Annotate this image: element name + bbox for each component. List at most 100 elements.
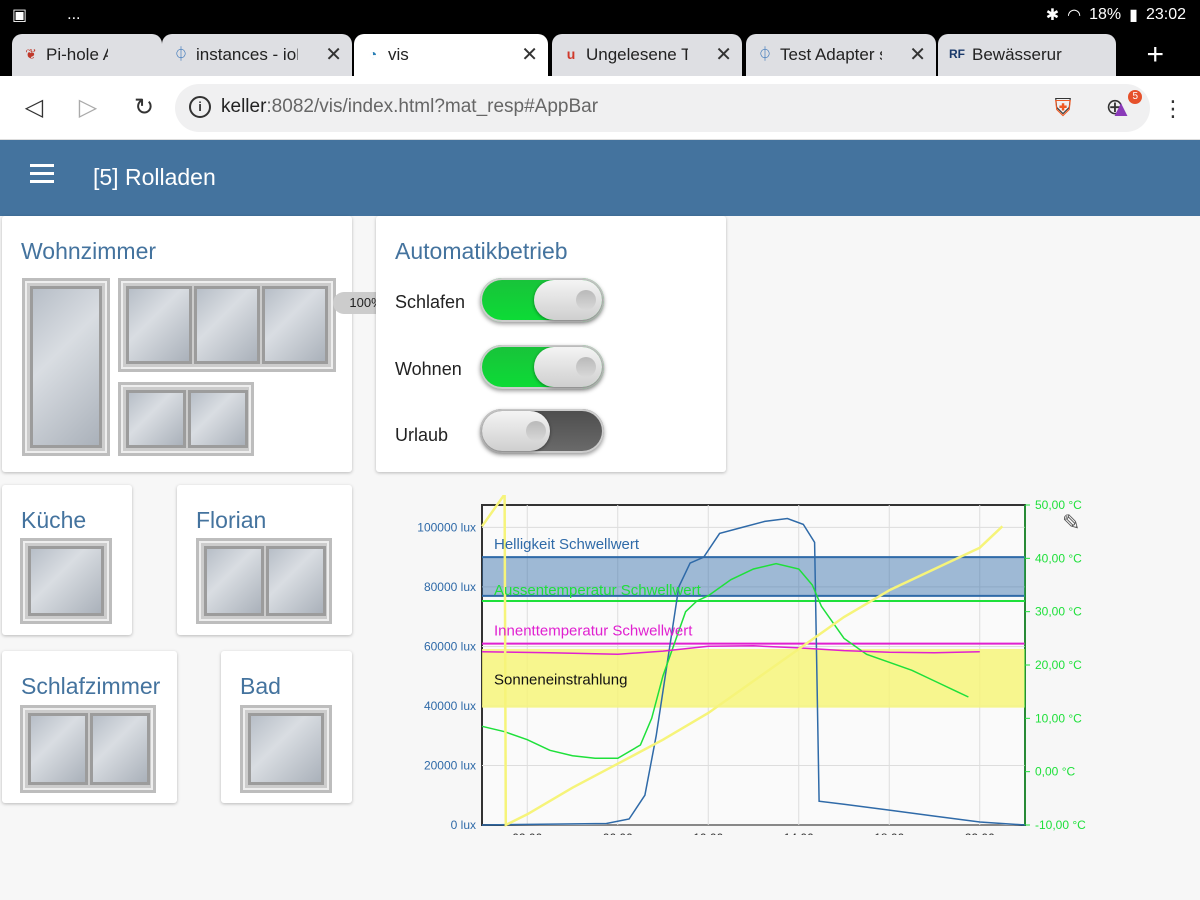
window-shutter-florian[interactable] [196, 538, 332, 624]
tab-forum-unread[interactable]: u Ungelesene Ther ✕ [552, 34, 742, 76]
window-pane [28, 546, 104, 616]
window-shutter-double[interactable] [118, 382, 254, 456]
site-info-icon[interactable]: i [189, 96, 211, 118]
window-pane [90, 713, 150, 785]
x-tick-label: 14:00 [784, 831, 814, 835]
tab-label: Test Adapter shu [780, 45, 882, 64]
y-left-tick-label: 0 lux [451, 818, 476, 832]
tab-label: Bewässerur [972, 45, 1062, 64]
page-title: [5] Rolladen [93, 164, 216, 190]
close-icon[interactable]: ✕ [909, 42, 926, 67]
toggle-knob [534, 347, 602, 387]
url-text[interactable]: keller:8082/vis/index.html?mat_resp#AppB… [221, 96, 598, 118]
window-pane [188, 390, 248, 448]
hamburger-menu-icon[interactable] [30, 164, 54, 186]
window-shutter-kueche[interactable] [20, 538, 112, 624]
brave-shield-icon[interactable]: ⛨ [1048, 94, 1078, 124]
app-bar: [5] Rolladen [0, 140, 1200, 216]
band-label: Innenttemperatur Schwellwert [494, 623, 693, 640]
status-dots: ... [67, 6, 81, 23]
y-left-tick-label: 40000 lux [424, 699, 476, 713]
edit-pencil-icon[interactable]: ✎ [1062, 510, 1080, 536]
window-pane [126, 390, 186, 448]
y-right-tick-label: 40,00 °C [1035, 551, 1082, 565]
window-shutter-schlafzimmer[interactable] [20, 705, 156, 793]
reload-button[interactable]: ↻ [128, 92, 160, 124]
window-pane [30, 286, 102, 448]
toggle-urlaub[interactable] [480, 409, 604, 453]
rf-logo-icon: RF [949, 47, 965, 61]
window-pane [194, 286, 260, 364]
window-pane [204, 546, 264, 616]
forward-button[interactable]: ▷ [72, 92, 104, 124]
tab-vis[interactable]: ◔ vis ✕ [354, 34, 548, 76]
y-right-tick-label: 10,00 °C [1035, 711, 1082, 725]
status-bar: ▣ ... ✱ ◠ 18% ▮ 23:02 [0, 0, 1200, 30]
chart-container: Helligkeit Schwellwert Aussentemperatur S… [400, 490, 1100, 845]
x-tick-label: 22:00 [965, 831, 995, 835]
room-title: Küche [21, 507, 87, 533]
switch-label-schlafen: Schlafen [395, 292, 466, 312]
tab-label: Ungelesene Ther [586, 45, 688, 64]
battery-percent: 18% [1089, 6, 1122, 23]
toggle-knob [482, 411, 550, 451]
toggle-wohnen[interactable] [480, 345, 604, 389]
room-title: Florian [196, 507, 267, 533]
window-shutter-bad[interactable] [240, 705, 332, 793]
tab-bewaesserung[interactable]: RF Bewässerur [938, 34, 1116, 76]
vis-icon: ◔ [368, 46, 378, 62]
y-left-tick-label: 60000 lux [424, 639, 476, 653]
window-pane [262, 286, 328, 364]
tab-label: Pi-hole Admi [46, 45, 108, 64]
toggle-knob [534, 280, 602, 320]
band-label: Sonneneinstrahlung [494, 671, 627, 688]
band-label: Helligkeit Schwellwert [494, 536, 640, 553]
iobroker-icon: ⏀ [174, 46, 188, 62]
y-left-tick-label: 100000 lux [417, 520, 476, 534]
room-title: Wohnzimmer [21, 238, 157, 264]
x-tick-label: 02:00 [512, 831, 542, 835]
address-bar[interactable]: i keller:8082/vis/index.html?mat_resp#Ap… [175, 84, 1150, 132]
tab-strip: ❦ Pi-hole Admi ⏀ instances - ioBro ✕ ◔ v… [0, 30, 1200, 76]
tab-label: vis [388, 45, 409, 64]
window-shutter-triple[interactable] [118, 278, 336, 372]
bluetooth-icon: ✱ [1045, 7, 1060, 24]
window-pane [126, 286, 192, 364]
close-icon[interactable]: ✕ [521, 42, 538, 67]
y-right-tick-label: 30,00 °C [1035, 605, 1082, 619]
switch-label-wohnen: Wohnen [395, 359, 462, 379]
rewards-badge: 5 [1128, 90, 1142, 104]
close-icon[interactable]: ✕ [715, 42, 732, 67]
new-tab-button[interactable]: + [1146, 38, 1164, 72]
line-chart[interactable]: Helligkeit Schwellwert Aussentemperatur S… [400, 490, 1100, 845]
gallery-icon: ▣ [12, 7, 28, 24]
iobroker-icon: ⏀ [758, 46, 772, 62]
wifi-icon: ◠ [1067, 7, 1082, 24]
toggle-schlafen[interactable] [480, 278, 604, 322]
y-right-tick-label: 0,00 °C [1035, 765, 1075, 779]
brave-rewards-icon[interactable]: ▲ 5 [1106, 90, 1142, 124]
url-path: :8082/vis/index.html?mat_resp#AppBar [266, 96, 599, 117]
battery-icon: ▮ [1129, 7, 1138, 24]
x-tick-label: 18:00 [874, 831, 904, 835]
room-title: Bad [240, 673, 281, 699]
forum-icon: u [566, 46, 576, 62]
y-left-tick-label: 80000 lux [424, 580, 476, 594]
window-pane [266, 546, 326, 616]
close-icon[interactable]: ✕ [325, 42, 342, 67]
window-shutter-door[interactable] [22, 278, 110, 456]
more-menu-icon[interactable]: ⋮ [1158, 94, 1188, 124]
back-button[interactable]: ◁ [18, 92, 50, 124]
room-title: Schlafzimmer [21, 673, 161, 699]
pihole-icon: ❦ [25, 46, 37, 62]
tab-test-adapter[interactable]: ⏀ Test Adapter shu ✕ [746, 34, 936, 76]
url-host: keller [221, 96, 267, 117]
tab-iobroker-instances[interactable]: ⏀ instances - ioBro ✕ [162, 34, 352, 76]
switch-label-urlaub: Urlaub [395, 425, 449, 445]
y-right-tick-label: 20,00 °C [1035, 658, 1082, 672]
window-pane [28, 713, 88, 785]
browser-toolbar: ◁ ▷ ↻ i keller:8082/vis/index.html?mat_r… [0, 76, 1200, 140]
tab-pihole[interactable]: ❦ Pi-hole Admi [12, 34, 162, 76]
y-right-tick-label: -10,00 °C [1035, 818, 1086, 832]
tab-label: instances - ioBro [196, 45, 298, 64]
